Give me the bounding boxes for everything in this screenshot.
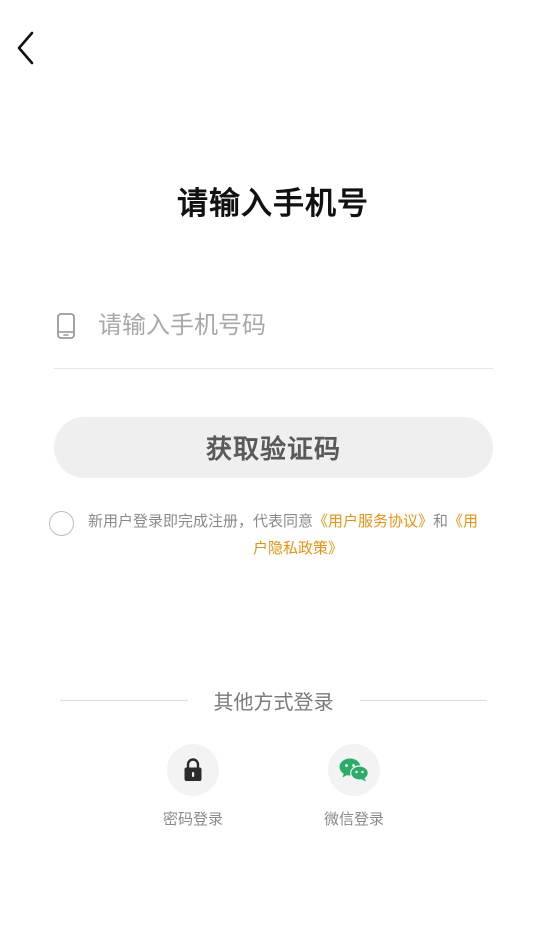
agreement-prefix: 新用户登录即完成注册，代表同意 <box>88 512 314 530</box>
mobile-phone-icon <box>54 311 78 341</box>
wechat-login-icon-circle <box>328 744 380 796</box>
other-login-divider: 其他方式登录 <box>60 686 487 715</box>
password-login-label: 密码登录 <box>162 810 223 828</box>
privacy-link-end[interactable]: 户隐私政策》 <box>253 539 343 557</box>
back-button[interactable] <box>10 28 42 68</box>
password-login-icon-circle <box>167 744 219 796</box>
lock-icon <box>184 758 202 781</box>
chevron-left-icon <box>17 31 34 65</box>
divider-line-left <box>60 700 188 701</box>
wechat-login-label: 微信登录 <box>323 810 384 828</box>
page-title: 请输入手机号 <box>177 186 369 222</box>
agreement-checkbox[interactable] <box>49 511 74 536</box>
wechat-icon <box>339 758 369 782</box>
divider-line-right <box>359 700 487 701</box>
phone-field-row <box>54 300 493 369</box>
terms-link[interactable]: 《用户服务协议》 <box>313 512 433 530</box>
agreement-text: 新用户登录即完成注册，代表同意《用户服务协议》和《用 户隐私政策》 <box>88 508 508 562</box>
phone-input[interactable] <box>96 310 480 340</box>
get-code-button[interactable]: 获取验证码 <box>54 417 493 478</box>
other-login-label: 其他方式登录 <box>213 690 334 714</box>
password-login-button[interactable]: 密码登录 <box>143 744 243 829</box>
wechat-login-button[interactable]: 微信登录 <box>304 744 404 829</box>
agreement-joiner: 和 <box>433 512 449 530</box>
privacy-link-start[interactable]: 《用 <box>448 512 478 530</box>
